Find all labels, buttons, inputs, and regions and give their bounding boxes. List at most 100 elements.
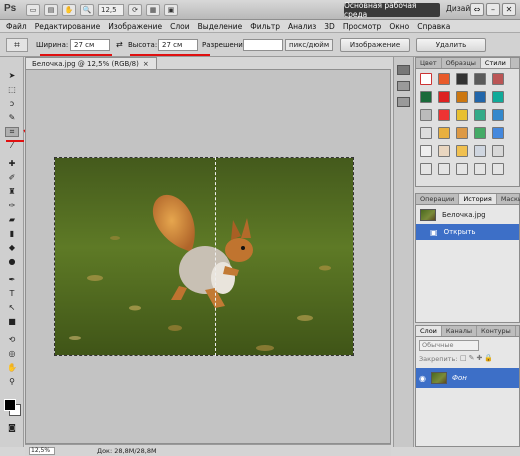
marquee-tool-icon[interactable]: ⬚ [5, 85, 19, 95]
height-input[interactable]: 27 см [158, 39, 198, 51]
menu-help[interactable]: Справка [417, 22, 450, 31]
style-swatch[interactable] [456, 91, 468, 103]
style-swatch[interactable] [420, 163, 432, 175]
minibridge-icon[interactable]: ▤ [44, 4, 58, 16]
minimize-button[interactable]: – [486, 3, 500, 16]
tab-history[interactable]: История [459, 194, 497, 204]
clear-button[interactable]: Удалить [416, 38, 486, 52]
history-item[interactable]: ▣ Открыть [416, 224, 519, 240]
menu-select[interactable]: Выделение [198, 22, 243, 31]
style-swatch[interactable] [492, 145, 504, 157]
tab-layers[interactable]: Слои [416, 326, 442, 336]
path-select-tool-icon[interactable]: ↖ [5, 303, 19, 313]
layer-row[interactable]: ◉ Фон [416, 368, 519, 388]
style-swatch[interactable] [438, 163, 450, 175]
shape-tool-icon[interactable]: ■ [5, 317, 19, 327]
menu-window[interactable]: Окно [389, 22, 409, 31]
style-swatch[interactable] [456, 127, 468, 139]
menu-3d[interactable]: 3D [324, 22, 335, 31]
crop-tool-preset-icon[interactable]: ⌗ [6, 38, 28, 52]
hand-tool-icon[interactable]: ✋ [5, 363, 19, 373]
style-swatch[interactable] [420, 145, 432, 157]
lock-icons[interactable]: □✎✚🔒 [460, 354, 495, 362]
style-swatch[interactable] [492, 163, 504, 175]
3d-orbit-tool-icon[interactable]: ◎ [5, 349, 19, 359]
tab-swatches[interactable]: Образцы [442, 58, 481, 68]
resolution-input[interactable] [243, 39, 283, 51]
brush-tool-icon[interactable]: ✐ [5, 173, 19, 183]
style-swatch[interactable] [474, 127, 486, 139]
menu-edit[interactable]: Редактирование [35, 22, 100, 31]
style-swatch[interactable] [438, 91, 450, 103]
history-snapshot[interactable]: Белочка.jpg [416, 207, 519, 223]
stamp-tool-icon[interactable]: ♜ [5, 187, 19, 197]
front-image-button[interactable]: Изображение [340, 38, 410, 52]
3d-rotate-tool-icon[interactable]: ⟲ [5, 335, 19, 345]
menu-layers[interactable]: Слои [170, 22, 190, 31]
document-tab[interactable]: Белочка.jpg @ 12,5% (RGB/8) × [25, 57, 157, 69]
style-swatch[interactable] [474, 91, 486, 103]
zoom-tool-icon[interactable]: ⚲ [5, 377, 19, 387]
style-swatch[interactable] [438, 109, 450, 121]
tab-masks[interactable]: Маски [497, 194, 520, 204]
pen-tool-icon[interactable]: ✒ [5, 275, 19, 285]
width-input[interactable]: 27 см [70, 39, 110, 51]
type-tool-icon[interactable]: T [5, 289, 19, 299]
style-swatch[interactable] [492, 127, 504, 139]
style-swatch[interactable] [456, 73, 468, 85]
tab-actions[interactable]: Операции [416, 194, 460, 204]
menu-file[interactable]: Файл [6, 22, 27, 31]
style-swatch[interactable] [420, 91, 432, 103]
photo-canvas[interactable] [54, 157, 354, 356]
menu-image[interactable]: Изображение [108, 22, 162, 31]
close-document-icon[interactable]: × [143, 60, 149, 68]
style-swatch[interactable] [456, 109, 468, 121]
style-swatch[interactable] [474, 163, 486, 175]
visibility-eye-icon[interactable]: ◉ [419, 374, 426, 383]
zoom-level[interactable]: 12,5 [98, 4, 124, 16]
style-swatch[interactable] [492, 91, 504, 103]
blend-mode-select[interactable]: Обычные [419, 340, 479, 351]
style-swatch[interactable] [420, 127, 432, 139]
style-swatch[interactable] [492, 73, 504, 85]
foreground-color-swatch[interactable] [4, 399, 16, 411]
style-swatch[interactable] [492, 109, 504, 121]
style-swatch[interactable] [474, 145, 486, 157]
menu-view[interactable]: Просмотр [343, 22, 382, 31]
style-swatch[interactable] [438, 73, 450, 85]
style-swatch[interactable] [420, 109, 432, 121]
panel-icon-2[interactable] [397, 81, 410, 91]
style-swatch[interactable] [456, 145, 468, 157]
rotate-view-icon[interactable]: ⟳ [128, 4, 142, 16]
gradient-tool-icon[interactable]: ▮ [5, 229, 19, 239]
arrange-icon[interactable]: ▦ [146, 4, 160, 16]
quick-mask-icon[interactable]: ◙ [5, 423, 19, 433]
history-brush-tool-icon[interactable]: ✑ [5, 201, 19, 211]
move-tool-icon[interactable]: ➤ [5, 71, 19, 81]
lasso-tool-icon[interactable]: ↄ [5, 99, 19, 109]
dodge-tool-icon[interactable]: ● [5, 257, 19, 267]
panel-icon-3[interactable] [397, 97, 410, 107]
menu-analysis[interactable]: Анализ [288, 22, 316, 31]
tab-styles[interactable]: Стили [480, 58, 511, 68]
style-swatch[interactable] [438, 145, 450, 157]
style-swatch[interactable] [474, 73, 486, 85]
eraser-tool-icon[interactable]: ▰ [5, 215, 19, 225]
tab-channels[interactable]: Каналы [442, 326, 478, 336]
style-swatch[interactable] [474, 109, 486, 121]
resolution-unit-select[interactable]: пикс/дюйм [285, 39, 333, 51]
tab-paths[interactable]: Контуры [477, 326, 516, 336]
style-none-icon[interactable] [420, 73, 432, 85]
style-swatch[interactable] [438, 127, 450, 139]
screen-mode-icon[interactable]: ▣ [164, 4, 178, 16]
workspace-switch-button[interactable]: ⇔ [470, 3, 484, 16]
swap-dimensions-icon[interactable]: ⇄ [116, 40, 123, 49]
tab-color[interactable]: Цвет [416, 58, 442, 68]
workspace-button[interactable]: Основная рабочая среда [344, 1, 440, 19]
healing-tool-icon[interactable]: ✚ [5, 159, 19, 169]
status-zoom[interactable]: 12,5% [29, 447, 55, 455]
zoom-view-icon[interactable]: 🔍 [80, 4, 94, 16]
menu-filter[interactable]: Фильтр [250, 22, 280, 31]
panel-icon-1[interactable] [397, 65, 410, 75]
style-swatch[interactable] [456, 163, 468, 175]
